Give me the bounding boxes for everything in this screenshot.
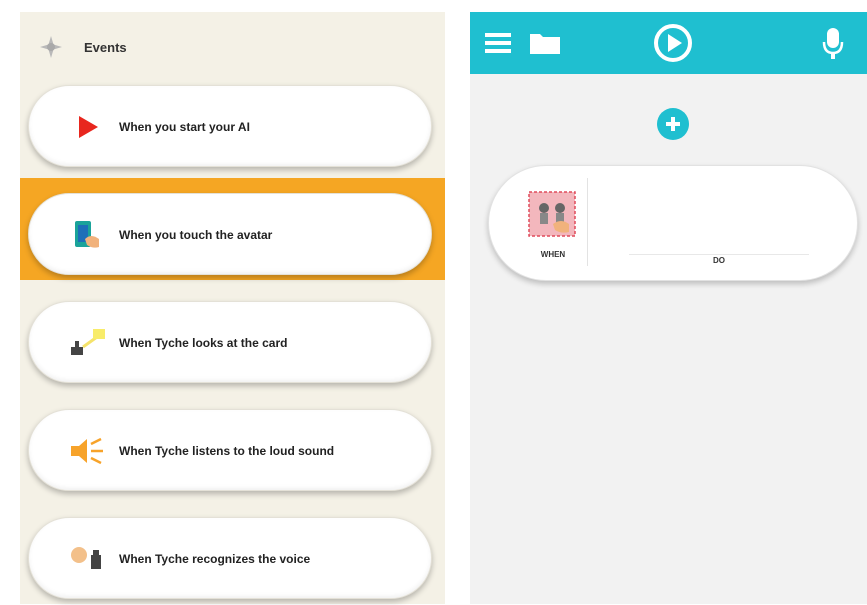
- folder-button[interactable]: [528, 28, 562, 58]
- menu-icon: [485, 33, 511, 53]
- folder-icon: [530, 34, 560, 54]
- event-card[interactable]: When Tyche listens to the loud sound: [28, 409, 432, 491]
- event-label: When Tyche looks at the card: [119, 336, 288, 350]
- add-rule-button[interactable]: [657, 108, 689, 140]
- event-row-recognize-voice[interactable]: When Tyche recognizes the voice: [20, 502, 445, 604]
- touch-avatar-icon: [67, 215, 107, 255]
- gear-star-icon: [40, 36, 62, 58]
- rule-editor-panel: WHEN DO: [470, 12, 867, 604]
- events-panel: Events When you start your AI When you t…: [20, 12, 445, 604]
- plus-icon: [666, 117, 680, 131]
- event-row-loud-sound[interactable]: When Tyche listens to the loud sound: [20, 394, 445, 496]
- do-label: DO: [713, 256, 725, 265]
- microphone-icon: [822, 28, 844, 59]
- events-header: Events: [38, 34, 127, 60]
- event-label: When you start your AI: [119, 120, 250, 134]
- toolbar: [470, 12, 867, 74]
- recognize-voice-icon: [67, 539, 107, 579]
- event-card[interactable]: When you start your AI: [28, 85, 432, 167]
- event-label: When Tyche recognizes the voice: [119, 552, 311, 566]
- event-row-touch-avatar[interactable]: When you touch the avatar: [20, 178, 445, 280]
- play-triangle-icon: [67, 107, 107, 147]
- run-button[interactable]: [650, 23, 696, 63]
- event-row-look-card[interactable]: When Tyche looks at the card: [20, 286, 445, 388]
- event-card[interactable]: When Tyche looks at the card: [28, 301, 432, 383]
- microphone-button[interactable]: [818, 24, 848, 62]
- do-slot[interactable]: [629, 254, 809, 255]
- event-label: When Tyche listens to the loud sound: [119, 444, 335, 458]
- event-card[interactable]: When you touch the avatar: [28, 193, 432, 275]
- when-slot[interactable]: [527, 190, 577, 238]
- events-title: Events: [84, 39, 127, 55]
- touch-avatar-when-icon: [528, 191, 576, 237]
- event-row-start-ai[interactable]: When you start your AI: [20, 70, 445, 172]
- rule-card[interactable]: WHEN DO: [488, 165, 858, 281]
- menu-button[interactable]: [483, 28, 513, 58]
- loud-sound-icon: [67, 431, 107, 471]
- look-card-icon: [67, 323, 107, 363]
- when-label: WHEN: [540, 250, 566, 259]
- rule-divider: [587, 178, 588, 266]
- play-circle-icon: [654, 24, 692, 62]
- event-card[interactable]: When Tyche recognizes the voice: [28, 517, 432, 599]
- event-label: When you touch the avatar: [119, 228, 273, 242]
